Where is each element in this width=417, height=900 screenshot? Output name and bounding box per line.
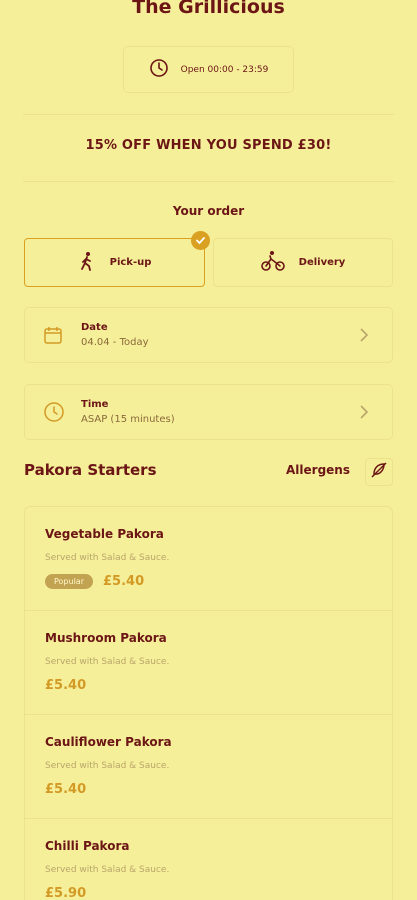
pickup-option[interactable]: Pick-up (24, 231, 210, 287)
promo-banner: 15% OFF WHEN YOU SPEND £30! (85, 138, 332, 153)
delivery-option[interactable]: Delivery (213, 238, 393, 287)
item-description: Served with Salad & Sauce. (45, 657, 170, 667)
date-label: Date (81, 322, 108, 333)
item-price: £5.40 (103, 574, 145, 589)
divider (23, 114, 394, 115)
allergens-button[interactable] (365, 458, 393, 486)
hours-text: Open 00:00 - 23:59 (180, 64, 269, 75)
item-description: Served with Salad & Sauce. (45, 865, 170, 875)
item-price: £5.40 (45, 678, 87, 693)
bicycle-icon (260, 250, 285, 275)
item-price: £5.40 (45, 782, 87, 797)
time-value: ASAP (15 minutes) (81, 414, 175, 425)
restaurant-title: The Grillicious (132, 0, 285, 18)
popular-badge: Popular (45, 574, 93, 589)
item-name: Mushroom Pakora (45, 631, 167, 645)
menu-item[interactable]: Cauliflower Pakora Served with Salad & S… (25, 715, 392, 819)
clock-icon (43, 401, 73, 423)
time-label: Time (81, 399, 109, 410)
divider (23, 181, 394, 182)
item-description: Served with Salad & Sauce. (45, 553, 170, 563)
section-title: Pakora Starters (24, 461, 157, 479)
item-price: £5.90 (45, 886, 87, 900)
item-name: Cauliflower Pakora (45, 735, 172, 749)
delivery-label: Delivery (298, 257, 346, 268)
menu-list: Vegetable Pakora Served with Salad & Sau… (24, 506, 393, 900)
date-selector[interactable]: Date 04.04 - Today (24, 307, 393, 363)
menu-item[interactable]: Chilli Pakora Served with Salad & Sauce.… (25, 819, 392, 900)
item-name: Vegetable Pakora (45, 527, 164, 541)
clock-icon (149, 58, 169, 82)
item-description: Served with Salad & Sauce. (45, 761, 170, 771)
allergen-filter-icon (370, 461, 388, 483)
chevron-right-icon (352, 404, 376, 420)
menu-item[interactable]: Vegetable Pakora Served with Salad & Sau… (25, 507, 392, 611)
opening-hours[interactable]: Open 00:00 - 23:59 (123, 46, 294, 93)
allergens-label: Allergens (286, 463, 350, 477)
chevron-right-icon (352, 327, 376, 343)
item-name: Chilli Pakora (45, 839, 130, 853)
walking-person-icon (78, 251, 96, 274)
calendar-icon (43, 325, 73, 345)
checkmark-icon (191, 231, 210, 250)
pickup-label: Pick-up (109, 257, 152, 268)
time-selector[interactable]: Time ASAP (15 minutes) (24, 384, 393, 440)
menu-item[interactable]: Mushroom Pakora Served with Salad & Sauc… (25, 611, 392, 715)
your-order-heading: Your order (172, 204, 245, 218)
date-value: 04.04 - Today (81, 337, 149, 348)
